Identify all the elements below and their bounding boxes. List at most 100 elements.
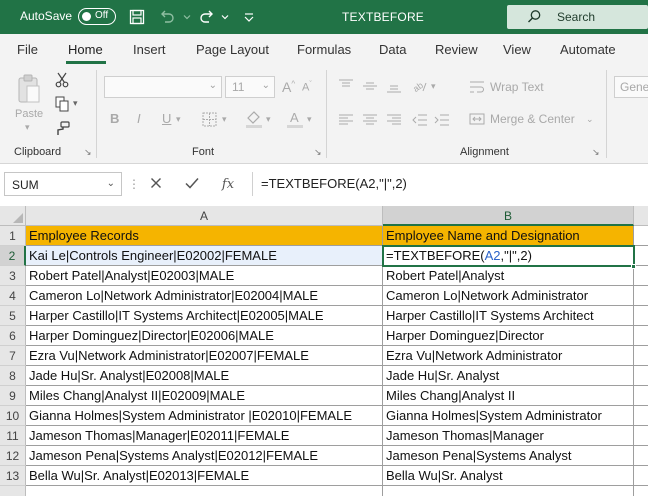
redo-dropdown-icon[interactable] [214,6,236,28]
insert-function-button[interactable]: fx [216,172,240,196]
bold-button[interactable]: B [110,111,119,126]
fill-color-dropdown-icon[interactable]: ▾ [266,114,271,125]
row-header-12[interactable]: 12 [0,446,26,466]
select-all-button[interactable] [0,206,26,226]
empty-cell[interactable] [634,486,648,496]
alignment-launcher-icon[interactable]: ↘ [592,147,600,158]
row-header-3[interactable]: 3 [0,266,26,286]
cell-b6[interactable]: Harper Dominguez|Director [383,326,634,346]
cell-b4[interactable]: Cameron Lo|Network Administrator [383,286,634,306]
row-header-partial[interactable] [0,486,26,496]
align-left-icon[interactable] [336,110,356,130]
number-format-box[interactable]: Genera [614,76,648,98]
row-header-13[interactable]: 13 [0,466,26,486]
row-header-7[interactable]: 7 [0,346,26,366]
merge-dropdown-icon[interactable]: ⌄ [586,114,594,125]
align-center-icon[interactable] [360,110,380,130]
cell-a12[interactable]: Jameson Pena|Systems Analyst|E02012|FEMA… [26,446,383,466]
cell-a3[interactable]: Robert Patel|Analyst|E02003|MALE [26,266,383,286]
tab-review[interactable]: Review [435,42,478,57]
underline-dropdown-icon[interactable]: ▾ [176,114,181,125]
row-header-8[interactable]: 8 [0,366,26,386]
cell-a9[interactable]: Miles Chang|Analyst II|E02009|MALE [26,386,383,406]
cell-a6[interactable]: Harper Dominguez|Director|E02006|MALE [26,326,383,346]
column-header-b[interactable]: B [383,206,634,226]
increase-font-icon[interactable]: A^ [282,79,295,95]
cell-b11[interactable]: Jameson Thomas|Manager [383,426,634,446]
format-painter-icon[interactable] [52,118,72,138]
cell-c1[interactable] [634,226,648,246]
cell-b8[interactable]: Jade Hu|Sr. Analyst [383,366,634,386]
merge-center-icon[interactable] [468,110,486,128]
cell-c9[interactable] [634,386,648,406]
header-cell-a1[interactable]: Employee Records [26,226,383,246]
cell-b13[interactable]: Bella Wu|Sr. Analyst [383,466,634,486]
paste-label[interactable]: Paste [15,108,43,120]
formula-input[interactable]: =TEXTBEFORE(A2,"|",2) [252,172,648,196]
row-header-11[interactable]: 11 [0,426,26,446]
cell-a13[interactable]: Bella Wu|Sr. Analyst|E02013|FEMALE [26,466,383,486]
row-header-9[interactable]: 9 [0,386,26,406]
paste-dropdown-icon[interactable]: ▾ [25,122,30,133]
cell-c4[interactable] [634,286,648,306]
header-cell-b1[interactable]: Employee Name and Designation [383,226,634,246]
cell-c12[interactable] [634,446,648,466]
row-header-6[interactable]: 6 [0,326,26,346]
font-color-icon[interactable]: A [285,108,305,130]
cell-c8[interactable] [634,366,648,386]
tab-data[interactable]: Data [379,42,406,57]
cell-c6[interactable] [634,326,648,346]
copy-icon[interactable] [52,94,72,114]
customize-toolbar-icon[interactable] [238,6,260,28]
undo-icon[interactable] [156,6,178,28]
cell-b12[interactable]: Jameson Pena|Systems Analyst [383,446,634,466]
align-right-icon[interactable] [384,110,404,130]
cell-a4[interactable]: Cameron Lo|Network Administrator|E02004|… [26,286,383,306]
column-header-c[interactable] [634,206,648,226]
cancel-button[interactable] [144,172,168,196]
borders-dropdown-icon[interactable]: ▾ [222,114,227,125]
cell-a10[interactable]: Gianna Holmes|System Administrator |E020… [26,406,383,426]
font-launcher-icon[interactable]: ↘ [314,147,322,158]
name-box[interactable]: SUM ⌄ [4,172,122,196]
copy-dropdown-icon[interactable]: ▾ [73,98,78,109]
autosave-toggle[interactable]: Off [78,8,116,25]
borders-icon[interactable] [200,110,218,128]
underline-button[interactable]: U [162,111,171,126]
align-bottom-icon[interactable] [384,76,404,96]
align-middle-icon[interactable] [360,76,380,96]
tab-view[interactable]: View [503,42,531,57]
column-header-a[interactable]: A [26,206,383,226]
cell-c5[interactable] [634,306,648,326]
paste-icon[interactable] [14,72,44,106]
merge-center-button[interactable]: Merge & Center [490,112,575,126]
cell-c13[interactable] [634,466,648,486]
undo-dropdown-icon[interactable] [176,6,198,28]
cell-b3[interactable]: Robert Patel|Analyst [383,266,634,286]
active-cell-b2[interactable]: =TEXTBEFORE(A2,"|",2) [382,245,635,267]
cell-a8[interactable]: Jade Hu|Sr. Analyst|E02008|MALE [26,366,383,386]
increase-indent-icon[interactable] [432,110,452,130]
font-size-dropdown-icon[interactable]: ⌄ [262,80,270,91]
cell-a2[interactable]: Kai Le|Controls Engineer|E02002|FEMALE [26,246,383,266]
tab-automate[interactable]: Automate [560,42,616,57]
row-header-2[interactable]: 2 [0,246,26,266]
tab-formulas[interactable]: Formulas [297,42,351,57]
align-top-icon[interactable] [336,76,356,96]
cell-c11[interactable] [634,426,648,446]
tab-insert[interactable]: Insert [133,42,166,57]
decrease-font-icon[interactable]: Aˇ [302,81,312,94]
cell-b7[interactable]: Ezra Vu|Network Administrator [383,346,634,366]
cell-c7[interactable] [634,346,648,366]
tab-page-layout[interactable]: Page Layout [196,42,269,57]
cell-a11[interactable]: Jameson Thomas|Manager|E02011|FEMALE [26,426,383,446]
enter-button[interactable] [180,172,204,196]
row-header-1[interactable]: 1 [0,226,26,246]
row-header-4[interactable]: 4 [0,286,26,306]
font-color-dropdown-icon[interactable]: ▾ [307,114,312,125]
cell-c10[interactable] [634,406,648,426]
tab-home[interactable]: Home [68,42,103,57]
decrease-indent-icon[interactable] [410,110,430,130]
cell-c3[interactable] [634,266,648,286]
cell-c2[interactable] [634,246,648,266]
